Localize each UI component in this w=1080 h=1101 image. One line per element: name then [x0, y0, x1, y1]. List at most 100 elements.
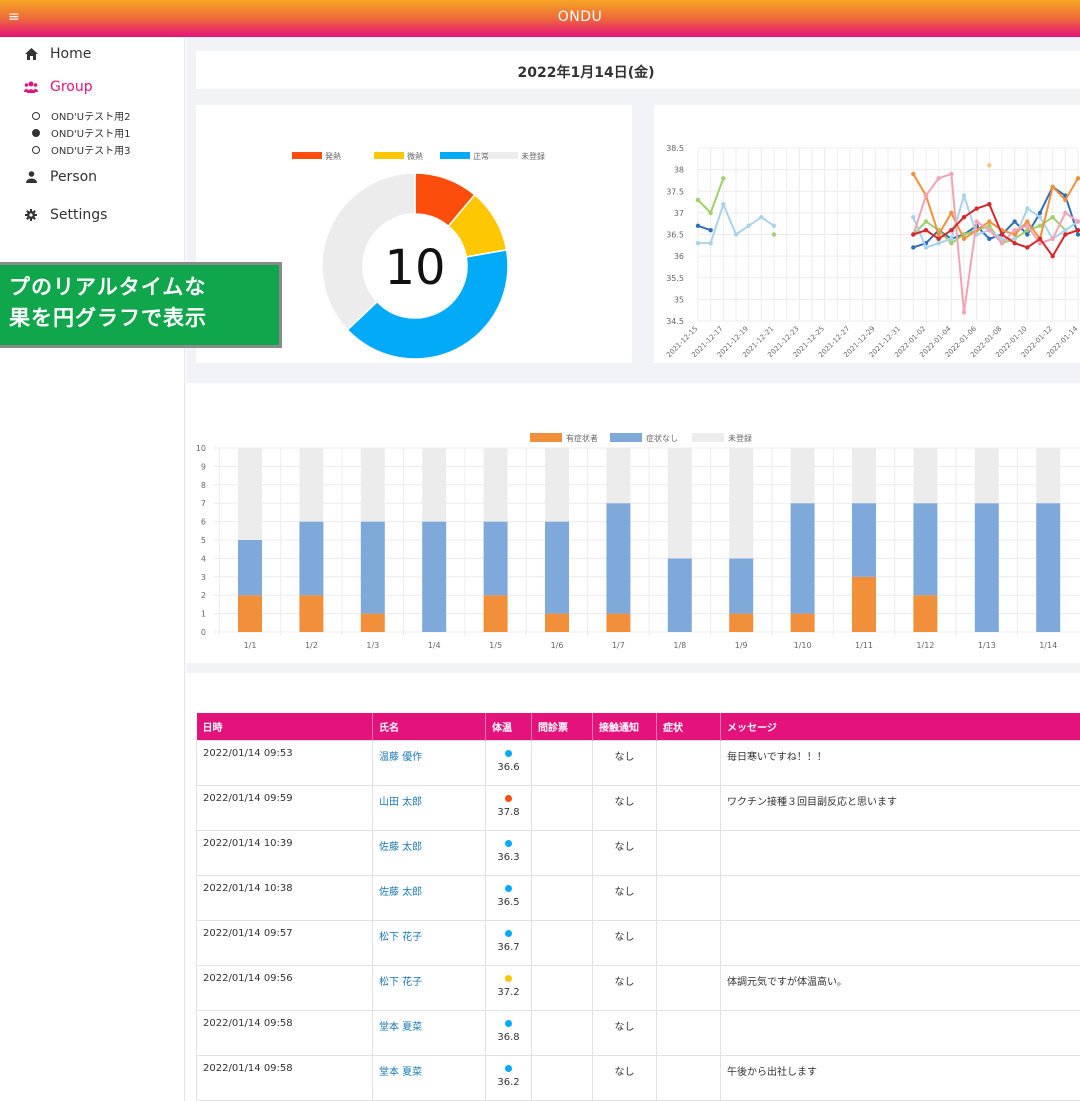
cell-name[interactable]: 松下 花子	[372, 919, 486, 966]
cell-name[interactable]: 堂本 夏菜	[372, 1054, 486, 1101]
data-point[interactable]	[911, 232, 916, 237]
column-header-questionnaire[interactable]: 問診票	[531, 713, 593, 740]
data-point[interactable]	[1050, 184, 1055, 190]
data-point[interactable]	[987, 202, 992, 207]
data-point[interactable]	[961, 236, 967, 242]
data-point[interactable]	[1025, 223, 1030, 229]
bar-segment[interactable]	[299, 595, 324, 632]
data-point[interactable]	[1075, 227, 1080, 233]
bar-segment[interactable]	[238, 595, 262, 632]
bar-segment[interactable]	[360, 448, 385, 522]
data-point[interactable]	[936, 176, 941, 181]
legend-label[interactable]: 未登録	[728, 433, 752, 443]
bar-segment[interactable]	[483, 595, 508, 632]
column-header-message[interactable]: メッセージ	[720, 713, 1080, 740]
data-point[interactable]	[1063, 197, 1068, 203]
data-point[interactable]	[695, 197, 701, 203]
data-point[interactable]	[1050, 236, 1055, 242]
data-point[interactable]	[1063, 227, 1068, 233]
legend-label[interactable]: 正常	[473, 152, 489, 161]
bar-segment[interactable]	[606, 503, 631, 614]
data-point[interactable]	[1075, 219, 1080, 224]
data-point[interactable]	[1050, 253, 1055, 259]
bar-segment[interactable]	[606, 613, 631, 632]
bar-segment[interactable]	[974, 448, 999, 504]
data-point[interactable]	[1075, 176, 1080, 181]
bar-segment[interactable]	[360, 521, 385, 614]
sidebar-item-person[interactable]: Person	[24, 169, 97, 185]
data-point[interactable]	[1025, 245, 1030, 250]
column-header-contact[interactable]: 接触通知	[592, 713, 657, 740]
data-point[interactable]	[1075, 232, 1080, 237]
bar-segment[interactable]	[1036, 503, 1061, 632]
cell-name[interactable]: 松下 花子	[372, 964, 486, 1011]
data-point[interactable]	[987, 227, 992, 233]
bar-segment[interactable]	[913, 595, 938, 632]
data-point[interactable]	[1037, 215, 1043, 220]
data-point[interactable]	[1050, 215, 1055, 220]
bar-segment[interactable]	[790, 613, 815, 632]
legend-label[interactable]: 発熱	[325, 151, 341, 161]
cell-name[interactable]: 堂本 夏菜	[372, 1009, 486, 1056]
bar-segment[interactable]	[299, 521, 324, 596]
bar-segment[interactable]	[913, 448, 938, 504]
data-point[interactable]	[771, 232, 777, 237]
data-point[interactable]	[923, 227, 929, 233]
data-point[interactable]	[1025, 219, 1030, 224]
data-point[interactable]	[759, 215, 764, 220]
cell-name[interactable]: 佐藤 太郎	[372, 874, 486, 921]
data-point[interactable]	[695, 223, 701, 229]
data-point[interactable]	[961, 215, 967, 220]
data-point[interactable]	[733, 232, 739, 237]
data-point[interactable]	[1025, 232, 1030, 237]
data-point[interactable]	[949, 210, 954, 216]
bar-segment[interactable]	[422, 448, 447, 522]
data-point[interactable]	[708, 210, 713, 216]
data-point[interactable]	[1012, 227, 1017, 233]
data-point[interactable]	[987, 223, 992, 229]
data-point[interactable]	[721, 202, 726, 207]
data-point[interactable]	[949, 171, 954, 177]
data-point[interactable]	[1012, 240, 1017, 246]
bar-segment[interactable]	[299, 448, 324, 522]
data-point[interactable]	[987, 236, 992, 242]
bar-segment[interactable]	[1036, 448, 1061, 504]
column-header-temp[interactable]: 体温	[485, 713, 532, 740]
data-point[interactable]	[936, 240, 941, 246]
bar-segment[interactable]	[545, 613, 569, 632]
data-point[interactable]	[987, 163, 992, 168]
data-point[interactable]	[949, 236, 954, 242]
data-point[interactable]	[1037, 210, 1043, 216]
column-header-name[interactable]: 氏名	[372, 713, 486, 740]
bar-segment[interactable]	[545, 448, 569, 522]
data-point[interactable]	[999, 232, 1005, 237]
data-point[interactable]	[1063, 210, 1068, 216]
bar-segment[interactable]	[238, 540, 262, 596]
bar-segment[interactable]	[606, 448, 631, 504]
cell-name[interactable]: 山田 太郎	[372, 784, 486, 831]
data-point[interactable]	[961, 193, 967, 198]
sidebar-item-group[interactable]: Group	[24, 79, 93, 95]
data-point[interactable]	[999, 240, 1005, 246]
bar-segment[interactable]	[852, 576, 876, 632]
data-point[interactable]	[923, 245, 929, 250]
data-point[interactable]	[1012, 219, 1017, 224]
data-point[interactable]	[936, 236, 941, 242]
bar-segment[interactable]	[729, 448, 754, 559]
sidebar-item-settings[interactable]: Settings	[24, 207, 107, 223]
data-point[interactable]	[923, 193, 929, 198]
bar-segment[interactable]	[422, 521, 447, 632]
data-point[interactable]	[1012, 236, 1017, 242]
group-item-test3[interactable]: OND'Uテスト用3	[32, 142, 130, 157]
legend-label[interactable]: 未登録	[521, 151, 545, 161]
data-point[interactable]	[1063, 232, 1068, 237]
bar-segment[interactable]	[790, 448, 815, 504]
bar-segment[interactable]	[483, 521, 508, 596]
bar-segment[interactable]	[360, 613, 385, 632]
data-point[interactable]	[911, 215, 916, 220]
legend-label[interactable]: 微熱	[407, 151, 423, 161]
group-item-test1[interactable]: OND'Uテスト用1	[32, 125, 130, 140]
bar-segment[interactable]	[729, 558, 754, 614]
data-point[interactable]	[949, 240, 954, 246]
data-point[interactable]	[987, 219, 992, 224]
